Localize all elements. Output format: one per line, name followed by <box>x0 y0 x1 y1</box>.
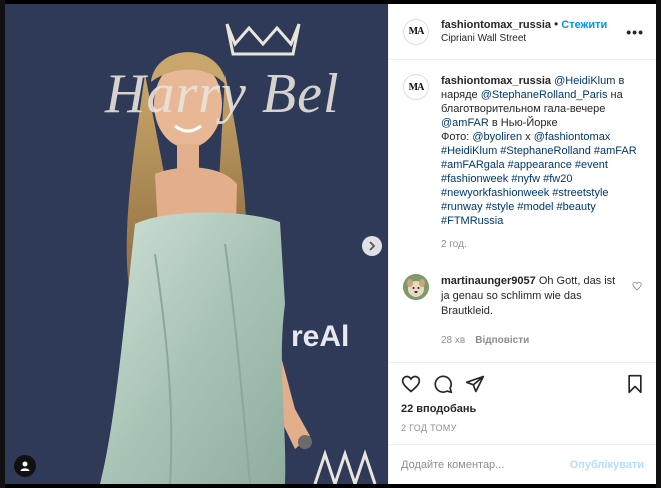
caption-avatar[interactable]: MA <box>403 74 429 100</box>
caption-text: fashiontomax_russia @HeidiKlum в наряде … <box>441 74 642 130</box>
caption-hashtags[interactable]: #HeidiKlum #StephaneRolland #amFAR #amFA… <box>441 144 642 228</box>
post-actions: 22 вподобань 2 ГОД ТОМУ <box>389 362 656 444</box>
follow-button[interactable]: Стежити <box>561 19 607 31</box>
post-header: MA fashiontomax_russia • Стежити Cipriani … <box>389 4 656 60</box>
mention-link[interactable]: @byoliren <box>472 131 522 143</box>
post-side-panel: MA fashiontomax_russia • Стежити Cipriani … <box>388 4 656 484</box>
post-timestamp[interactable]: 2 ГОД ТОМУ <box>401 423 644 433</box>
comment-icon <box>434 375 453 394</box>
dog-avatar-image <box>403 274 429 300</box>
caption-text-part: Фото: <box>441 131 473 143</box>
add-comment-bar: Опублікувати <box>389 444 656 484</box>
save-button[interactable] <box>626 374 644 394</box>
mention-link[interactable]: @amFAR <box>441 117 489 129</box>
comment-like-button[interactable] <box>632 280 642 348</box>
comment-meta: 28 хв Відповісти <box>441 333 626 348</box>
background-right <box>656 0 661 488</box>
like-button[interactable] <box>401 374 421 394</box>
comment-text-line: martinaunger9057 Oh Gott, das ist ja gen… <box>441 274 626 319</box>
mention-link[interactable]: @fashiontomax <box>534 131 611 143</box>
commenter-username[interactable]: martinaunger9057 <box>441 275 536 287</box>
action-icons <box>401 371 644 397</box>
more-options-button[interactable]: ••• <box>626 24 644 40</box>
post-location[interactable]: Cipriani Wall Street <box>441 32 626 46</box>
caption-text-part: x <box>522 131 534 143</box>
heart-outline-icon <box>632 281 642 291</box>
paper-plane-icon <box>465 375 485 393</box>
avatar-logo-text: MA <box>408 26 425 37</box>
user-icon <box>20 461 30 471</box>
caption: MA fashiontomax_russia @HeidiKlum в наря… <box>403 74 642 252</box>
author-info: fashiontomax_russia • Стежити Cipriani Wal… <box>441 17 626 46</box>
comment-time[interactable]: 28 хв <box>441 335 465 346</box>
comment-item: martinaunger9057 Oh Gott, das ist ja gen… <box>403 274 642 348</box>
comments-area: MA fashiontomax_russia @HeidiKlum в наря… <box>389 60 656 362</box>
mention-link[interactable]: @StephaneRolland_Paris <box>481 89 608 101</box>
author-username[interactable]: fashiontomax_russia <box>441 19 551 31</box>
post-photo[interactable]: Harry Bel reAl <box>5 4 388 484</box>
comment-input[interactable] <box>401 458 570 471</box>
publish-comment-button[interactable]: Опублікувати <box>570 459 644 471</box>
chevron-right-icon <box>369 241 376 251</box>
caption-text-part: в Нью-Йорке <box>488 117 558 129</box>
backdrop-sponsor-text: reAl <box>291 320 350 353</box>
comment-body: martinaunger9057 Oh Gott, das ist ja gen… <box>441 274 626 348</box>
reply-button[interactable]: Відповісти <box>475 335 529 346</box>
heart-icon <box>401 375 421 393</box>
author-avatar[interactable]: MA <box>403 18 429 45</box>
comment-button[interactable] <box>433 374 453 394</box>
likes-count[interactable]: 22 вподобань <box>401 403 644 415</box>
next-photo-button[interactable] <box>362 236 382 256</box>
caption-credit: Фото: @byoliren x @fashiontomax <box>441 130 642 144</box>
bookmark-icon <box>628 374 642 394</box>
post-modal: Harry Bel reAl MA fashiontomax_russia • Ст… <box>5 4 656 484</box>
commenter-avatar[interactable] <box>403 274 429 300</box>
tagged-users-button[interactable] <box>14 455 36 477</box>
avatar-logo-text: MA <box>408 81 425 93</box>
separator-dot: • <box>554 17 559 31</box>
mention-link[interactable]: @HeidiKlum <box>554 75 615 87</box>
caption-username[interactable]: fashiontomax_russia <box>441 75 551 87</box>
backdrop-logo-text: Harry Bel <box>105 63 340 125</box>
share-button[interactable] <box>465 374 485 394</box>
caption-time[interactable]: 2 год. <box>441 238 642 252</box>
caption-body: fashiontomax_russia @HeidiKlum в наряде … <box>441 74 642 252</box>
